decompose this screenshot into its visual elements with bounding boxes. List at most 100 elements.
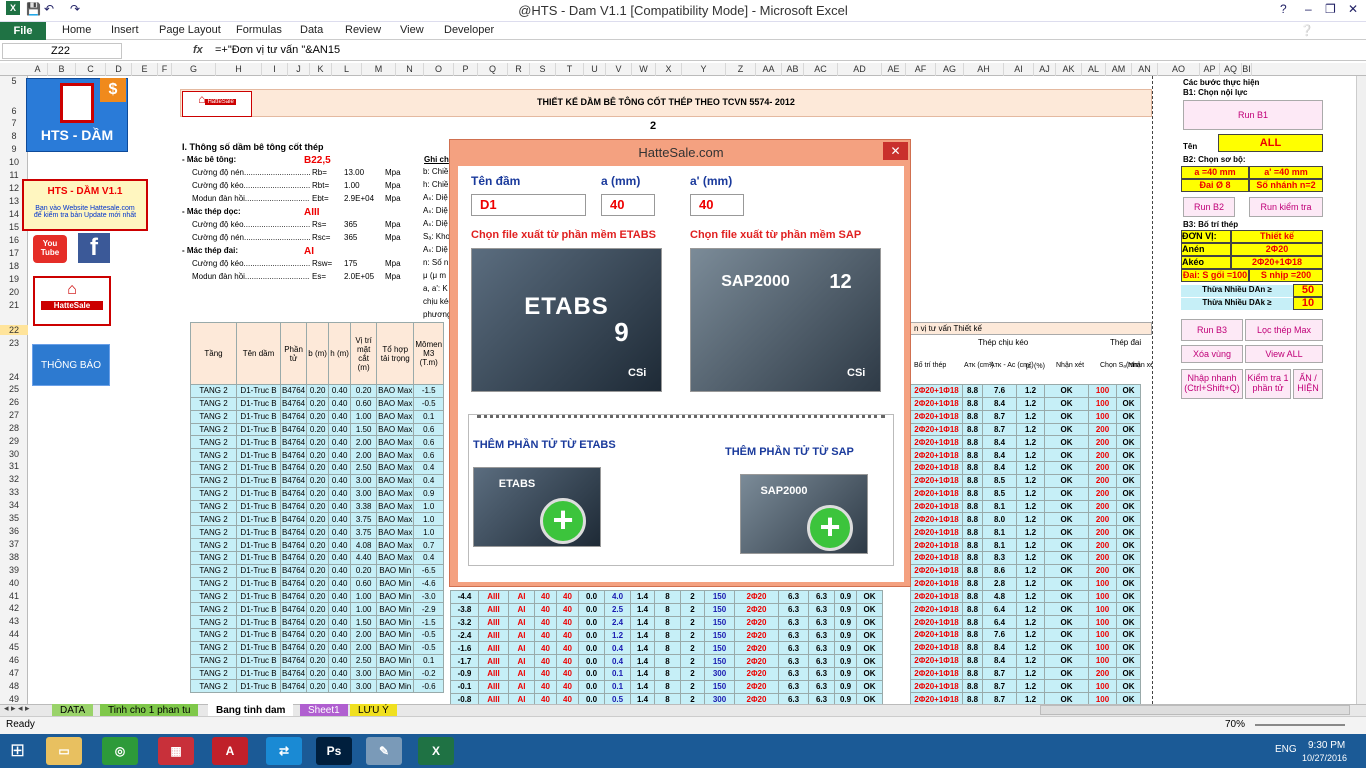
- column-header[interactable]: O: [424, 63, 454, 76]
- table-cell[interactable]: BAO Min: [376, 602, 415, 617]
- table-cell[interactable]: OK: [1044, 538, 1089, 552]
- table-cell[interactable]: OK: [1116, 563, 1141, 578]
- table-cell[interactable]: 1.4: [630, 602, 655, 617]
- table-cell[interactable]: 8.7: [982, 666, 1017, 681]
- dialog-close-button[interactable]: ✕: [883, 142, 908, 160]
- table-cell[interactable]: 1.2: [1016, 653, 1045, 668]
- table-cell[interactable]: 200: [1088, 512, 1117, 527]
- column-header[interactable]: AB: [782, 63, 804, 76]
- table-cell[interactable]: D1-Truc B: [236, 486, 281, 501]
- table-cell[interactable]: 0.6: [413, 422, 445, 437]
- table-cell[interactable]: 0.9: [834, 654, 857, 669]
- table-cell[interactable]: 0.4: [413, 550, 445, 565]
- table-cell[interactable]: 7.6: [982, 384, 1017, 398]
- table-cell[interactable]: 8.1: [982, 525, 1017, 540]
- column-header[interactable]: Y: [682, 63, 726, 76]
- table-cell[interactable]: 8.4: [982, 396, 1017, 411]
- tab-nav-icon[interactable]: ◂ ▸ ◂ ▸: [4, 703, 30, 714]
- table-cell[interactable]: 0.9: [834, 590, 857, 604]
- table-cell[interactable]: 8.8: [962, 448, 983, 463]
- a2-input[interactable]: 40: [690, 194, 744, 216]
- photoshop-icon[interactable]: Ps: [316, 737, 352, 765]
- table-cell[interactable]: 2Φ20: [734, 628, 779, 643]
- table-cell[interactable]: BAO Max: [376, 550, 415, 565]
- table-cell[interactable]: -1.6: [450, 641, 479, 656]
- add-sap-button[interactable]: SAP2000 +: [740, 474, 868, 554]
- table-cell[interactable]: OK: [1116, 448, 1141, 463]
- row-header[interactable]: 26: [0, 397, 28, 407]
- table-cell[interactable]: 8.8: [962, 473, 983, 488]
- an-hien-button[interactable]: ẨN / HIỆN: [1293, 369, 1323, 399]
- table-cell[interactable]: 200: [1088, 461, 1117, 475]
- table-cell[interactable]: 1.4: [630, 641, 655, 656]
- row-header[interactable]: 44: [0, 629, 28, 639]
- sap-button[interactable]: SAP2000 12 CSi: [690, 248, 881, 392]
- table-cell[interactable]: D1-Truc B: [236, 576, 281, 591]
- table-cell[interactable]: 8.8: [962, 422, 983, 437]
- table-cell[interactable]: 1.2: [1016, 461, 1045, 475]
- table-cell[interactable]: 8.4: [982, 435, 1017, 450]
- table-cell[interactable]: BAO Max: [376, 499, 415, 514]
- table-cell[interactable]: 0.1: [604, 667, 631, 681]
- table-cell[interactable]: 8.8: [962, 384, 983, 398]
- table-cell[interactable]: 0.0: [578, 590, 605, 604]
- table-cell[interactable]: TANG 2: [190, 576, 237, 591]
- table-cell[interactable]: 1.0: [413, 499, 445, 514]
- table-cell[interactable]: 100: [1088, 589, 1117, 604]
- table-cell[interactable]: OK: [1116, 473, 1141, 488]
- table-cell[interactable]: 1.2: [1016, 538, 1045, 552]
- table-cell[interactable]: AIII: [478, 679, 509, 694]
- table-cell[interactable]: BAO Min: [376, 589, 415, 604]
- row-header[interactable]: 28: [0, 423, 28, 433]
- table-cell[interactable]: 8: [654, 667, 681, 681]
- table-cell[interactable]: 8.8: [962, 563, 983, 578]
- column-header[interactable]: L: [332, 63, 362, 76]
- table-cell[interactable]: 6.3: [778, 654, 809, 669]
- table-cell[interactable]: OK: [1116, 512, 1141, 527]
- table-cell[interactable]: 8.8: [962, 525, 983, 540]
- table-cell[interactable]: 0.1: [413, 653, 445, 668]
- table-cell[interactable]: 1.2: [1016, 396, 1045, 411]
- tab-insert[interactable]: Insert: [111, 24, 139, 36]
- table-cell[interactable]: 0.60: [350, 396, 378, 411]
- table-cell[interactable]: -1.5: [413, 384, 445, 398]
- table-cell[interactable]: 6.3: [808, 667, 835, 681]
- nhap-nhanh-button[interactable]: Nhập nhanh (Ctrl+Shift+Q): [1181, 369, 1243, 399]
- table-cell[interactable]: 6.3: [778, 641, 809, 656]
- table-cell[interactable]: B4764: [279, 512, 308, 527]
- column-header[interactable]: C: [76, 63, 106, 76]
- table-cell[interactable]: 40: [556, 641, 579, 656]
- table-cell[interactable]: -0.9: [450, 667, 479, 681]
- table-cell[interactable]: OK: [1044, 486, 1089, 501]
- column-header[interactable]: A: [28, 63, 48, 76]
- table-cell[interactable]: 40: [556, 667, 579, 681]
- table-cell[interactable]: OK: [1116, 525, 1141, 540]
- table-cell[interactable]: 8.8: [962, 461, 983, 475]
- table-cell[interactable]: BAO Min: [376, 563, 415, 578]
- table-cell[interactable]: TANG 2: [190, 473, 237, 488]
- table-cell[interactable]: D1-Truc B: [236, 602, 281, 617]
- excel-taskbar-icon[interactable]: X: [418, 737, 454, 765]
- table-cell[interactable]: 2Φ20+1Φ18: [910, 396, 963, 411]
- table-cell[interactable]: B4764: [279, 576, 308, 591]
- table-cell[interactable]: OK: [1044, 384, 1089, 398]
- table-cell[interactable]: D1-Truc B: [236, 563, 281, 578]
- table-cell[interactable]: 0.40: [328, 409, 352, 424]
- table-cell[interactable]: 0.20: [306, 499, 330, 514]
- table-cell[interactable]: 0.1: [604, 679, 631, 694]
- table-cell[interactable]: OK: [1044, 602, 1089, 617]
- table-cell[interactable]: OK: [1044, 563, 1089, 578]
- table-cell[interactable]: 200: [1088, 473, 1117, 488]
- table-cell[interactable]: 0.40: [328, 653, 352, 668]
- row-header[interactable]: 42: [0, 603, 28, 613]
- run-b1-button[interactable]: Run B1: [1183, 100, 1323, 130]
- column-header[interactable]: AI: [1004, 63, 1034, 76]
- row-header[interactable]: 35: [0, 513, 28, 523]
- table-cell[interactable]: D1-Truc B: [236, 435, 281, 450]
- table-cell[interactable]: TANG 2: [190, 384, 237, 398]
- table-cell[interactable]: 8.8: [962, 486, 983, 501]
- table-cell[interactable]: 2Φ20: [734, 679, 779, 694]
- table-cell[interactable]: 150: [704, 641, 735, 656]
- table-cell[interactable]: 2Φ20+1Φ18: [910, 512, 963, 527]
- table-cell[interactable]: 0.40: [328, 602, 352, 617]
